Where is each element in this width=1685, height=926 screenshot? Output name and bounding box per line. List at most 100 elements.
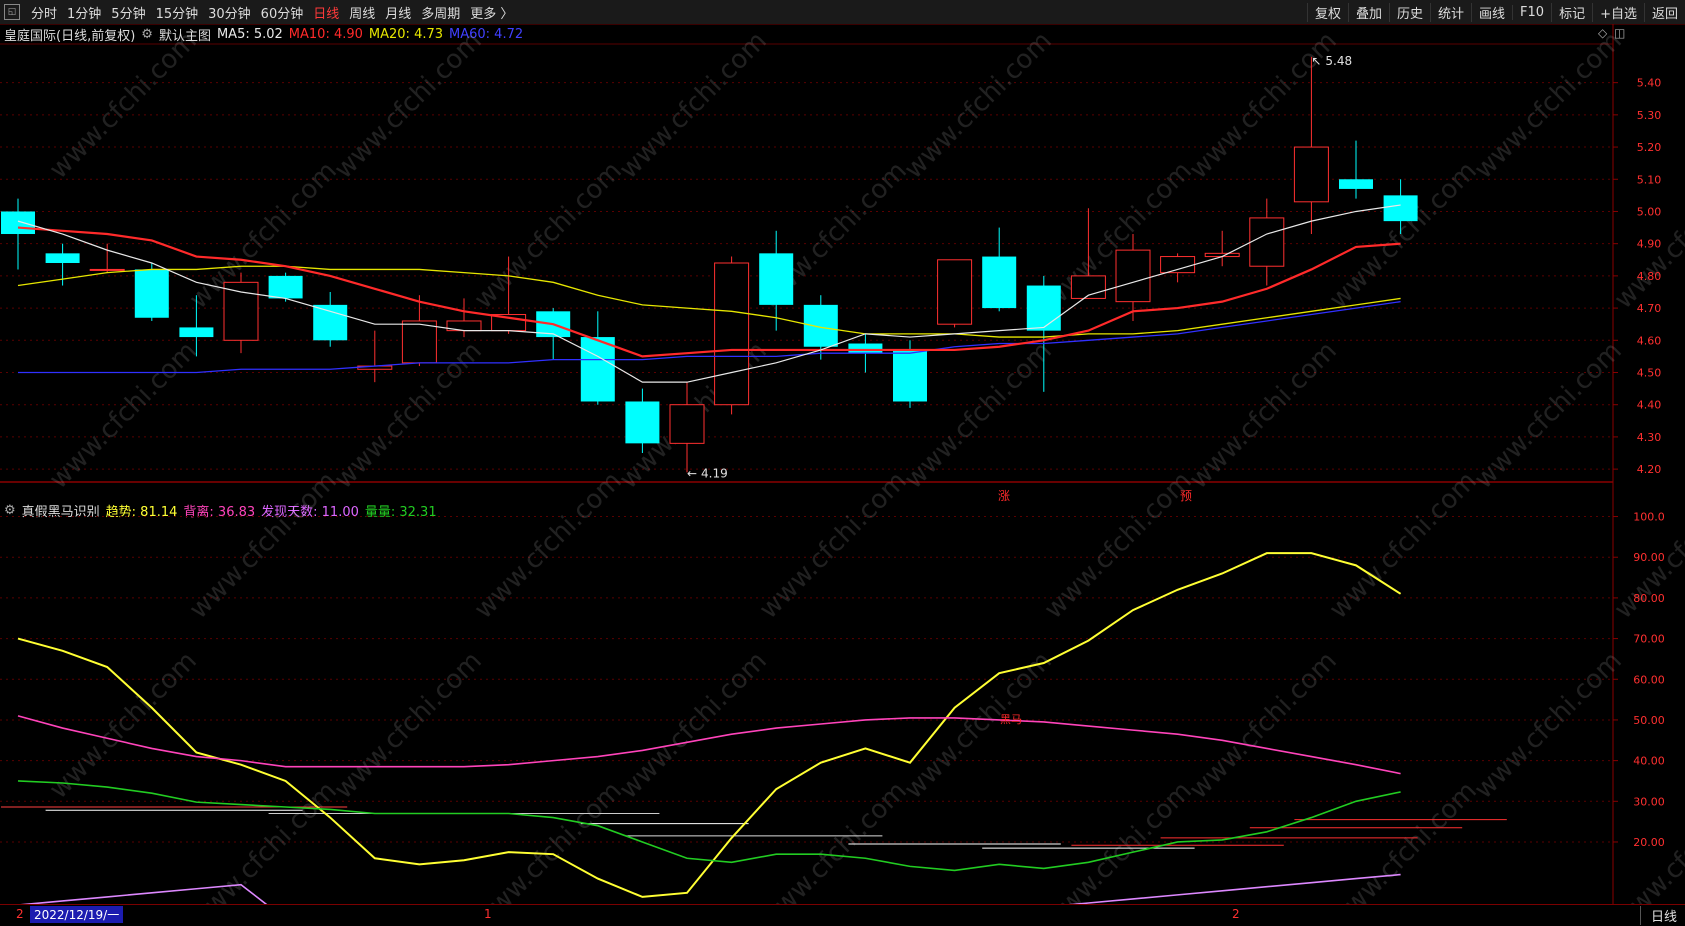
candle-body-up bbox=[1249, 217, 1285, 267]
candle-body-up bbox=[1293, 146, 1329, 203]
watermark-text: www.cfchi.com bbox=[184, 156, 343, 315]
watermark-text: www.cfchi.com bbox=[1039, 466, 1198, 625]
candle bbox=[313, 291, 348, 347]
candle-body-down bbox=[313, 304, 348, 341]
candle bbox=[89, 243, 125, 273]
ind-tick-label-1: 90.00 bbox=[1633, 551, 1665, 564]
ind-tick-label-6: 40.00 bbox=[1633, 755, 1665, 768]
main-tick-label-11: 4.30 bbox=[1637, 431, 1662, 444]
main-tick-label-1: 5.30 bbox=[1637, 109, 1662, 122]
signal-yu: 预 bbox=[1180, 489, 1192, 503]
candle bbox=[1160, 253, 1196, 283]
price-axis: 5.40 5.30 5.20 5.10 5.00 4.90 4.80 4.70 4.60 4.50… bbox=[1613, 77, 1665, 849]
main-tick-label-12: 4.20 bbox=[1637, 463, 1662, 476]
candle-body-down bbox=[1026, 285, 1061, 331]
candle-body-down bbox=[268, 275, 303, 299]
watermark-text: www.cfchi.com bbox=[329, 646, 488, 805]
candle-body-up bbox=[401, 320, 437, 364]
ind-tick-label-8: 20.00 bbox=[1633, 836, 1665, 849]
candle-body-down bbox=[893, 349, 927, 402]
time-mark-3: 2 bbox=[1232, 907, 1240, 921]
main-tick-label-3: 5.10 bbox=[1637, 173, 1662, 186]
candle-body-down bbox=[179, 327, 214, 338]
candle-body-down bbox=[848, 343, 883, 354]
candle-body-down bbox=[803, 304, 838, 347]
watermark-text: www.cfchi.com bbox=[469, 776, 628, 904]
watermark-text: www.cfchi.com bbox=[44, 336, 203, 495]
watermark-text: www.cfchi.com bbox=[1469, 646, 1628, 805]
candle bbox=[446, 298, 482, 338]
watermark-text: www.cfchi.com bbox=[1324, 466, 1483, 625]
time-mark-2: 1 bbox=[484, 907, 492, 921]
low-arrow-icon: ← bbox=[687, 466, 697, 480]
watermark-text: www.cfchi.com bbox=[754, 776, 913, 904]
main-tick-label-10: 4.40 bbox=[1637, 399, 1662, 412]
candle-body-down bbox=[45, 253, 80, 263]
watermark-text: www.cfchi.com bbox=[1469, 26, 1628, 185]
cursor-date: 2022/12/19/一 bbox=[30, 906, 124, 923]
low-price-label: 4.19 bbox=[701, 466, 728, 480]
watermark-text: www.cfchi.com bbox=[614, 646, 773, 805]
candle-body-down bbox=[1383, 195, 1418, 222]
watermark-text: www.cfchi.com bbox=[1184, 646, 1343, 805]
ind-tick-label-3: 70.00 bbox=[1633, 633, 1665, 646]
ind-tick-label-2: 80.00 bbox=[1633, 592, 1665, 605]
candle-body-up bbox=[669, 404, 705, 444]
main-tick-label-9: 4.50 bbox=[1637, 367, 1662, 380]
watermark-text: www.cfchi.com bbox=[184, 776, 343, 904]
candle bbox=[134, 263, 169, 321]
chart-canvas[interactable]: www.cfchi.comwww.cfchi.comwww.cfchi.comw… bbox=[0, 0, 1685, 904]
watermark-text: www.cfchi.com bbox=[1324, 776, 1483, 904]
ind-tick-label-5: 50.00 bbox=[1633, 714, 1665, 727]
candle bbox=[401, 295, 437, 367]
candle-body-down bbox=[982, 256, 1017, 309]
main-tick-label-7: 4.70 bbox=[1637, 302, 1662, 315]
candle bbox=[580, 311, 615, 405]
high-arrow-icon: ↖ bbox=[1311, 54, 1321, 68]
candle bbox=[1, 198, 35, 270]
watermark-text: www.cfchi.com bbox=[614, 26, 773, 185]
candle-body-up bbox=[1160, 256, 1196, 274]
candle-body-down bbox=[1339, 179, 1373, 189]
ind-tick-label-4: 60.00 bbox=[1633, 673, 1665, 686]
ind-tick-label-7: 30.00 bbox=[1633, 795, 1665, 808]
watermark-text: www.cfchi.com bbox=[1039, 776, 1198, 904]
watermark-text: www.cfchi.com bbox=[1469, 336, 1628, 495]
ind-tick-label-0: 100.0 bbox=[1633, 511, 1665, 524]
signal-heima: 黑马 bbox=[1000, 713, 1022, 726]
candle-body-down bbox=[134, 269, 169, 318]
candle bbox=[223, 272, 259, 354]
candle-body-down bbox=[1, 211, 35, 235]
candle bbox=[357, 330, 393, 383]
candle bbox=[1339, 140, 1373, 199]
watermark-text: www.cfchi.com bbox=[329, 26, 488, 185]
candle bbox=[982, 227, 1017, 312]
candle-body-up bbox=[223, 281, 259, 341]
watermark-text: www.cfchi.com bbox=[899, 26, 1058, 185]
watermark-text: www.cfchi.com bbox=[44, 26, 203, 185]
candle-body-up bbox=[89, 268, 125, 271]
watermark-text: www.cfchi.com bbox=[754, 466, 913, 625]
candle-body-down bbox=[759, 253, 794, 305]
watermark: www.cfchi.comwww.cfchi.comwww.cfchi.comw… bbox=[44, 26, 1685, 904]
time-mark-1: 2 bbox=[16, 907, 24, 921]
candle bbox=[937, 259, 973, 328]
main-tick-label-0: 5.40 bbox=[1637, 77, 1662, 90]
high-price-label: 5.48 bbox=[1325, 54, 1352, 68]
watermark-text: www.cfchi.com bbox=[184, 466, 343, 625]
candle-body-up bbox=[714, 262, 750, 406]
watermark-text: www.cfchi.com bbox=[469, 466, 628, 625]
period-tab-daily[interactable]: 日线 bbox=[1639, 906, 1677, 925]
main-tick-label-6: 4.80 bbox=[1637, 270, 1662, 283]
signal-zhang: 涨 bbox=[998, 488, 1010, 503]
candle bbox=[714, 256, 750, 415]
candle-body-down bbox=[625, 401, 660, 444]
main-tick-label-4: 5.00 bbox=[1637, 205, 1662, 218]
candle bbox=[625, 388, 660, 454]
main-tick-label-8: 4.60 bbox=[1637, 334, 1662, 347]
candle-body-up bbox=[937, 259, 973, 325]
main-tick-label-2: 5.20 bbox=[1637, 141, 1662, 154]
main-tick-label-5: 4.90 bbox=[1637, 238, 1662, 251]
candle-body-down bbox=[580, 337, 615, 402]
time-axis-bar: 2 2022/12/19/一 1 2 日线 bbox=[0, 904, 1685, 926]
